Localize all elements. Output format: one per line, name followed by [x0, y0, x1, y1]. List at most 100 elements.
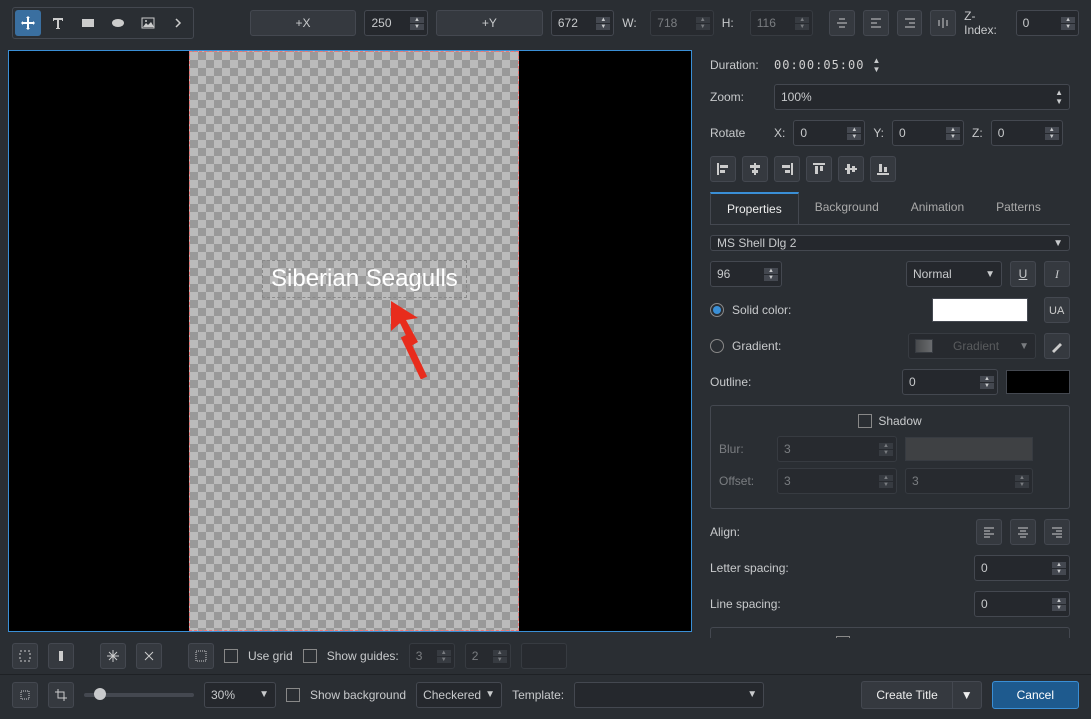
snap-btn-2[interactable] [136, 643, 162, 669]
rotate-y-label: Y: [873, 126, 884, 140]
blur-input: 3▲▼ [777, 436, 897, 462]
font-size-input[interactable]: 96▲▼ [710, 261, 782, 287]
underline-button[interactable]: U [1010, 261, 1036, 287]
bg-mode-select[interactable]: Checkered▼ [416, 682, 502, 708]
guides-cols-input: 3▲▼ [409, 643, 455, 669]
tab-properties[interactable]: Properties [710, 192, 799, 224]
properties-panel: MS Shell Dlg 2▼ 96▲▼ Normal▼ U I Solid c… [710, 225, 1070, 638]
tab-animation[interactable]: Animation [895, 192, 980, 224]
fill-color-swatch[interactable] [932, 298, 1028, 322]
outline-color-swatch[interactable] [1006, 370, 1070, 394]
canvas-zoom-select[interactable]: 30%▼ [204, 682, 276, 708]
shadow-label: Shadow [878, 414, 921, 428]
zoom-label: Zoom: [710, 90, 766, 104]
create-title-menu[interactable]: ▼ [952, 681, 982, 709]
gradient-select: Gradient▼ [908, 333, 1036, 359]
duration-label: Duration: [710, 58, 766, 72]
typewriter-checkbox[interactable] [836, 636, 850, 638]
gradient-edit-button[interactable] [1044, 333, 1070, 359]
font-select[interactable]: MS Shell Dlg 2▼ [710, 235, 1070, 251]
use-grid-checkbox[interactable] [224, 649, 238, 663]
tool-group [12, 7, 194, 39]
selection-btn[interactable] [188, 643, 214, 669]
font-weight-select[interactable]: Normal▼ [906, 261, 1002, 287]
tab-patterns[interactable]: Patterns [980, 192, 1057, 224]
outline-label: Outline: [710, 375, 800, 389]
shadow-checkbox[interactable] [858, 414, 872, 428]
show-bg-checkbox[interactable] [286, 688, 300, 702]
canvas[interactable]: Siberian Seagulls [8, 50, 692, 632]
duration-value[interactable]: 00:00:05:00 [774, 58, 864, 72]
rotate-z-input[interactable]: 0▲▼ [991, 120, 1063, 146]
unicolor-button[interactable]: UA [1044, 297, 1070, 323]
zindex-input[interactable]: 0▲▼ [1016, 10, 1079, 36]
text-tool[interactable] [45, 10, 71, 36]
image-tool[interactable] [135, 10, 161, 36]
align-top-btn[interactable] [806, 156, 832, 182]
create-title-button[interactable]: Create Title [861, 681, 951, 709]
use-grid-label: Use grid [248, 649, 293, 663]
show-guides-label: Show guides: [327, 649, 399, 663]
typewriter-label: Typewriter effect [856, 636, 944, 638]
snap-btn-1[interactable] [100, 643, 126, 669]
crop-btn[interactable] [48, 682, 74, 708]
text-align-right[interactable] [1044, 519, 1070, 545]
tab-background[interactable]: Background [799, 192, 895, 224]
bound-box-btn[interactable] [12, 643, 38, 669]
tabs: Properties Background Animation Patterns [710, 192, 1070, 225]
solid-color-label: Solid color: [732, 303, 791, 317]
offset-x-input: 3▲▼ [777, 468, 897, 494]
outline-width-input[interactable]: 0▲▼ [902, 369, 998, 395]
align-right-btn[interactable] [774, 156, 800, 182]
align-bottom-btn[interactable] [870, 156, 896, 182]
plus-x-button[interactable]: +X [250, 10, 357, 36]
align-center-v-btn[interactable] [838, 156, 864, 182]
canvas-page[interactable]: Siberian Seagulls [189, 51, 519, 631]
bottom-toolbar-2: 30%▼ Show background Checkered▼ Template… [0, 674, 1091, 714]
ruler-btn[interactable] [48, 643, 74, 669]
letter-spacing-input[interactable]: 0▲▼ [974, 555, 1070, 581]
rotate-y-input[interactable]: 0▲▼ [892, 120, 964, 146]
typewriter-group: Typewriter effect Frame step: 2▲▼ Variat… [710, 627, 1070, 638]
align-btn-4[interactable] [930, 10, 956, 36]
rotate-z-label: Z: [972, 126, 983, 140]
text-align-center[interactable] [1010, 519, 1036, 545]
svg-text:UA: UA [1049, 305, 1065, 317]
top-toolbar: +X 250▲▼ +Y 672▲▼ W: 718▲▼ H: 116▲▼ Z-In… [0, 0, 1091, 46]
zoom-slider[interactable] [84, 693, 194, 697]
offset-y-input: 3▲▼ [905, 468, 1033, 494]
template-select[interactable]: ▼ [574, 682, 764, 708]
offset-label: Offset: [719, 474, 769, 488]
line-spacing-input[interactable]: 0▲▼ [974, 591, 1070, 617]
shadow-group: Shadow Blur: 3▲▼ Offset: 3▲▼ 3▲▼ [710, 405, 1070, 509]
align-btn-1[interactable] [829, 10, 855, 36]
height-input: 116▲▼ [750, 10, 813, 36]
ellipse-tool[interactable] [105, 10, 131, 36]
rect-tool[interactable] [75, 10, 101, 36]
zoom-select[interactable]: 100%▲▼ [774, 84, 1070, 110]
move-tool[interactable] [15, 10, 41, 36]
align-center-h-btn[interactable] [742, 156, 768, 182]
y-position-input[interactable]: 672▲▼ [551, 10, 614, 36]
line-spacing-label: Line spacing: [710, 597, 800, 611]
show-bg-label: Show background [310, 688, 406, 702]
rotate-x-input[interactable]: 0▲▼ [793, 120, 865, 146]
more-tools[interactable] [165, 10, 191, 36]
plus-y-button[interactable]: +Y [436, 10, 543, 36]
text-align-left[interactable] [976, 519, 1002, 545]
solid-color-radio[interactable] [710, 303, 724, 317]
x-position-input[interactable]: 250▲▼ [364, 10, 427, 36]
side-panel: Duration: 00:00:05:00 ▲▼ Zoom: 100%▲▼ Ro… [700, 46, 1084, 638]
shadow-color-swatch [905, 437, 1033, 461]
gradient-radio[interactable] [710, 339, 724, 353]
align-label: Align: [710, 525, 800, 539]
cancel-button[interactable]: Cancel [992, 681, 1079, 709]
align-left-btn[interactable] [710, 156, 736, 182]
align-btn-2[interactable] [863, 10, 889, 36]
rotate-label: Rotate [710, 126, 766, 140]
show-guides-checkbox[interactable] [303, 649, 317, 663]
text-object[interactable]: Siberian Seagulls [262, 260, 467, 298]
align-btn-3[interactable] [897, 10, 923, 36]
fit-btn[interactable] [12, 682, 38, 708]
italic-button[interactable]: I [1044, 261, 1070, 287]
